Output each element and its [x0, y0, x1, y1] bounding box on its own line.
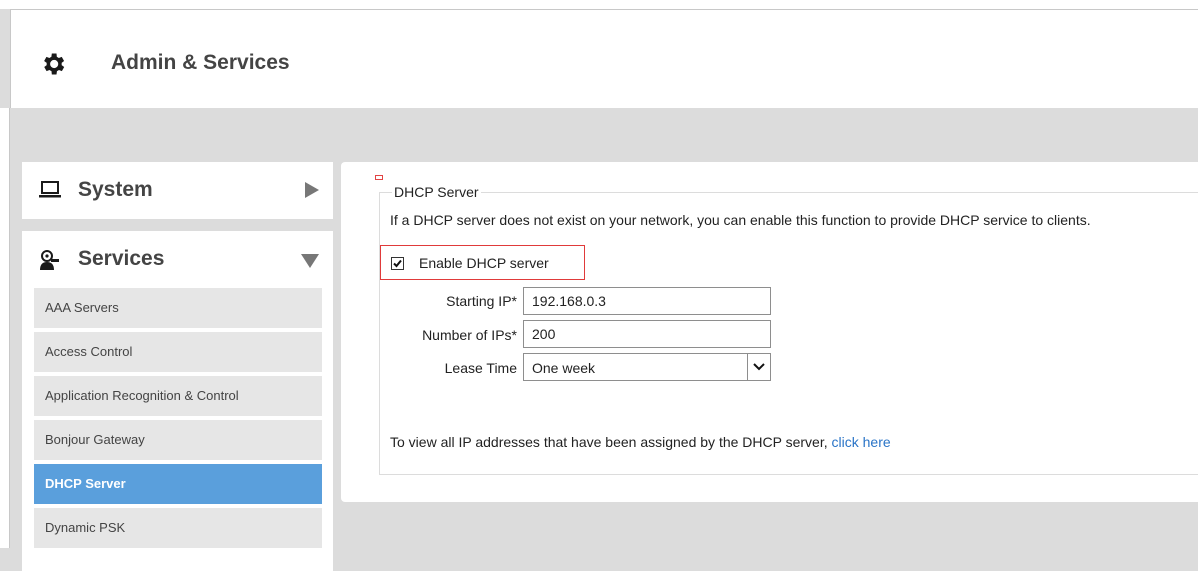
number-of-ips-input[interactable]: [523, 320, 771, 348]
footer-text: To view all IP addresses that have been …: [390, 434, 832, 450]
sidebar-item-aaa-servers[interactable]: AAA Servers: [34, 288, 322, 328]
enable-dhcp-label[interactable]: Enable DHCP server: [419, 255, 549, 271]
sidebar-item-dynamic-psk[interactable]: Dynamic PSK: [34, 508, 322, 548]
starting-ip-label: Starting IP*: [446, 293, 517, 309]
enable-dhcp-highlight: Enable DHCP server: [380, 245, 585, 280]
sidebar-item-application-recognition[interactable]: Application Recognition & Control: [34, 376, 322, 416]
sidebar-item-dhcp-server[interactable]: DHCP Server: [34, 464, 322, 504]
sidebar-group-label: Services: [78, 247, 165, 270]
chevron-down-icon[interactable]: [747, 354, 770, 380]
page-title: Admin & Services: [111, 51, 290, 74]
number-of-ips-label: Number of IPs*: [422, 327, 517, 343]
sidebar-item-access-control[interactable]: Access Control: [34, 332, 322, 372]
page-header: Admin & Services: [10, 9, 1198, 108]
caret-right-icon: [305, 182, 319, 198]
marker: [375, 175, 383, 180]
assigned-ips-text: To view all IP addresses that have been …: [390, 434, 891, 450]
content-panel: DHCP Server If a DHCP server does not ex…: [341, 162, 1198, 502]
starting-ip-input[interactable]: [523, 287, 771, 315]
left-edge: [0, 108, 10, 548]
sidebar-group-label: System: [78, 178, 153, 201]
lease-time-value: One week: [532, 360, 596, 376]
services-icon: [40, 250, 59, 270]
lease-time-select[interactable]: One week: [523, 353, 771, 381]
fieldset-legend: DHCP Server: [392, 184, 481, 200]
caret-down-icon: [301, 254, 319, 268]
laptop-icon: [39, 181, 61, 198]
gear-icon: [44, 53, 65, 75]
sidebar-group-services[interactable]: Services AAA Servers Access Control Appl…: [22, 231, 333, 571]
top-strip: [0, 0, 1198, 9]
lease-time-label: Lease Time: [444, 360, 517, 376]
sidebar-group-system[interactable]: System: [22, 162, 333, 219]
description-text: If a DHCP server does not exist on your …: [390, 212, 1091, 228]
dhcp-fieldset: DHCP Server If a DHCP server does not ex…: [379, 184, 1198, 475]
sidebar-item-bonjour-gateway[interactable]: Bonjour Gateway: [34, 420, 322, 460]
click-here-link[interactable]: click here: [832, 434, 891, 450]
checkmark-icon: [393, 259, 402, 268]
enable-dhcp-checkbox[interactable]: [391, 257, 404, 270]
